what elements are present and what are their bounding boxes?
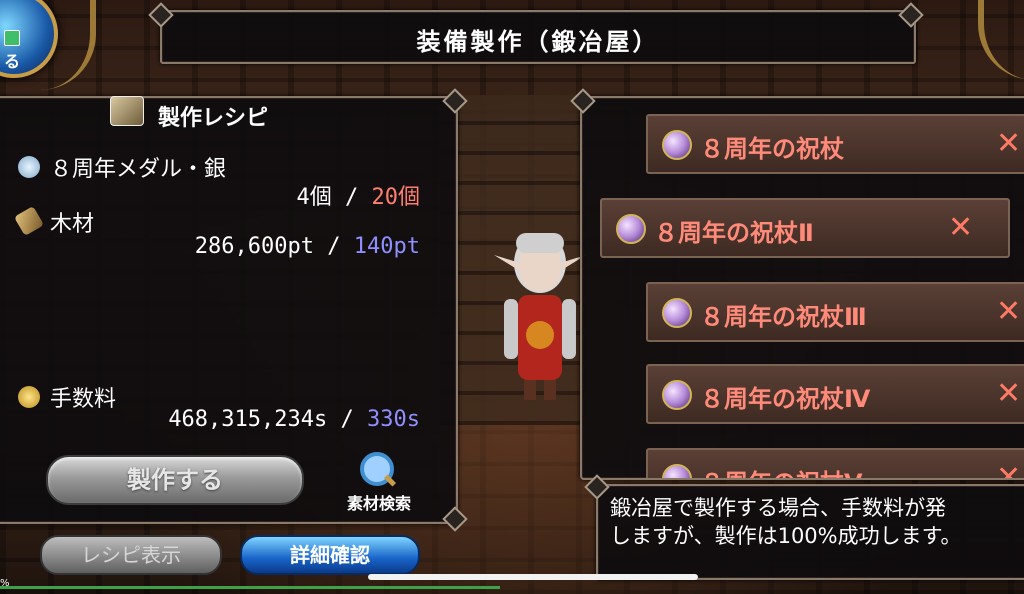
message-line: しますが、製作は100%成功します。	[610, 524, 962, 548]
menu-orb-label: る	[4, 52, 21, 71]
material-search-button[interactable]: 素材検索	[334, 452, 424, 513]
message-panel: 鍛冶屋で製作する場合、手数料が発 しますが、製作は100%成功します。	[596, 484, 1024, 580]
message-text: 鍛冶屋で製作する場合、手数料が発 しますが、製作は100%成功します。	[610, 494, 962, 550]
quantity-separator: /	[327, 234, 341, 259]
close-icon[interactable]: ✕	[996, 460, 1021, 478]
item-label: ８周年の祝杖Ⅲ	[700, 303, 867, 331]
recipe-display-button[interactable]: レシピ表示	[40, 535, 222, 575]
close-icon[interactable]: ✕	[996, 376, 1021, 411]
medal-icon	[18, 156, 40, 178]
staff-icon	[662, 298, 692, 328]
staff-icon	[662, 130, 692, 160]
staff-icon	[662, 380, 692, 410]
list-item-selected[interactable]: ８周年の祝杖Ⅱ ✕	[600, 198, 1010, 258]
list-item[interactable]: ８周年の祝杖Ⅳ ✕	[646, 364, 1024, 424]
fee-need: 330s	[367, 407, 420, 432]
fee-have: 468,315,234s	[168, 407, 328, 432]
make-button[interactable]: 製作する	[46, 455, 304, 505]
material-need: 140pt	[353, 234, 420, 259]
material-quantity: 286,600pt / 140pt	[195, 234, 420, 259]
quantity-separator: /	[340, 407, 354, 432]
close-icon[interactable]: ✕	[996, 294, 1021, 329]
material-quantity: 4個 / 20個	[297, 179, 421, 211]
recipe-list-panel[interactable]: ８周年の祝杖 ✕ ８周年の祝杖Ⅱ ✕ ８周年の祝杖Ⅲ ✕ ８周年の祝杖Ⅳ ✕ ８…	[580, 96, 1024, 480]
wood-icon	[13, 205, 45, 237]
list-item[interactable]: ８周年の祝杖Ⅲ ✕	[646, 282, 1024, 342]
material-name: ８周年メダル・銀	[50, 157, 227, 182]
material-have: 4個	[296, 185, 332, 210]
item-label: ８周年の祝杖	[700, 135, 844, 163]
fee-label: 手数料	[50, 387, 117, 412]
title-bar: 装備製作（鍛冶屋）	[160, 10, 916, 64]
coins-icon	[18, 386, 40, 408]
staff-icon	[662, 464, 692, 478]
message-line: 鍛冶屋で製作する場合、手数料が発	[610, 496, 946, 520]
home-indicator[interactable]	[368, 574, 698, 580]
close-icon[interactable]: ✕	[948, 210, 973, 245]
quantity-separator: /	[345, 185, 359, 210]
progress-bar	[0, 586, 500, 589]
list-item[interactable]: ８周年の祝杖 ✕	[646, 114, 1024, 174]
recipe-book-icon	[110, 96, 144, 126]
material-need: 20個	[371, 185, 421, 210]
menu-icon	[4, 30, 20, 46]
material-search-label: 素材検索	[346, 494, 411, 513]
detail-confirm-button[interactable]: 詳細確認	[240, 535, 420, 575]
item-label: ８周年の祝杖Ⅴ	[700, 463, 863, 478]
item-label: ８周年の祝杖Ⅱ	[654, 219, 814, 247]
item-label: ８周年の祝杖Ⅳ	[700, 385, 871, 413]
recipe-title: 製作レシピ	[158, 106, 269, 131]
material-have: 286,600pt	[194, 234, 315, 259]
blacksmith-character	[494, 233, 586, 400]
staff-icon	[616, 214, 646, 244]
material-name: 木材	[50, 212, 95, 237]
fee-quantity: 468,315,234s / 330s	[168, 407, 420, 432]
list-item[interactable]: ８周年の祝杖Ⅴ ✕	[646, 448, 1024, 478]
page-title: 装備製作（鍛冶屋）	[416, 28, 660, 56]
close-icon[interactable]: ✕	[996, 126, 1021, 161]
magnifier-handle	[383, 474, 397, 487]
